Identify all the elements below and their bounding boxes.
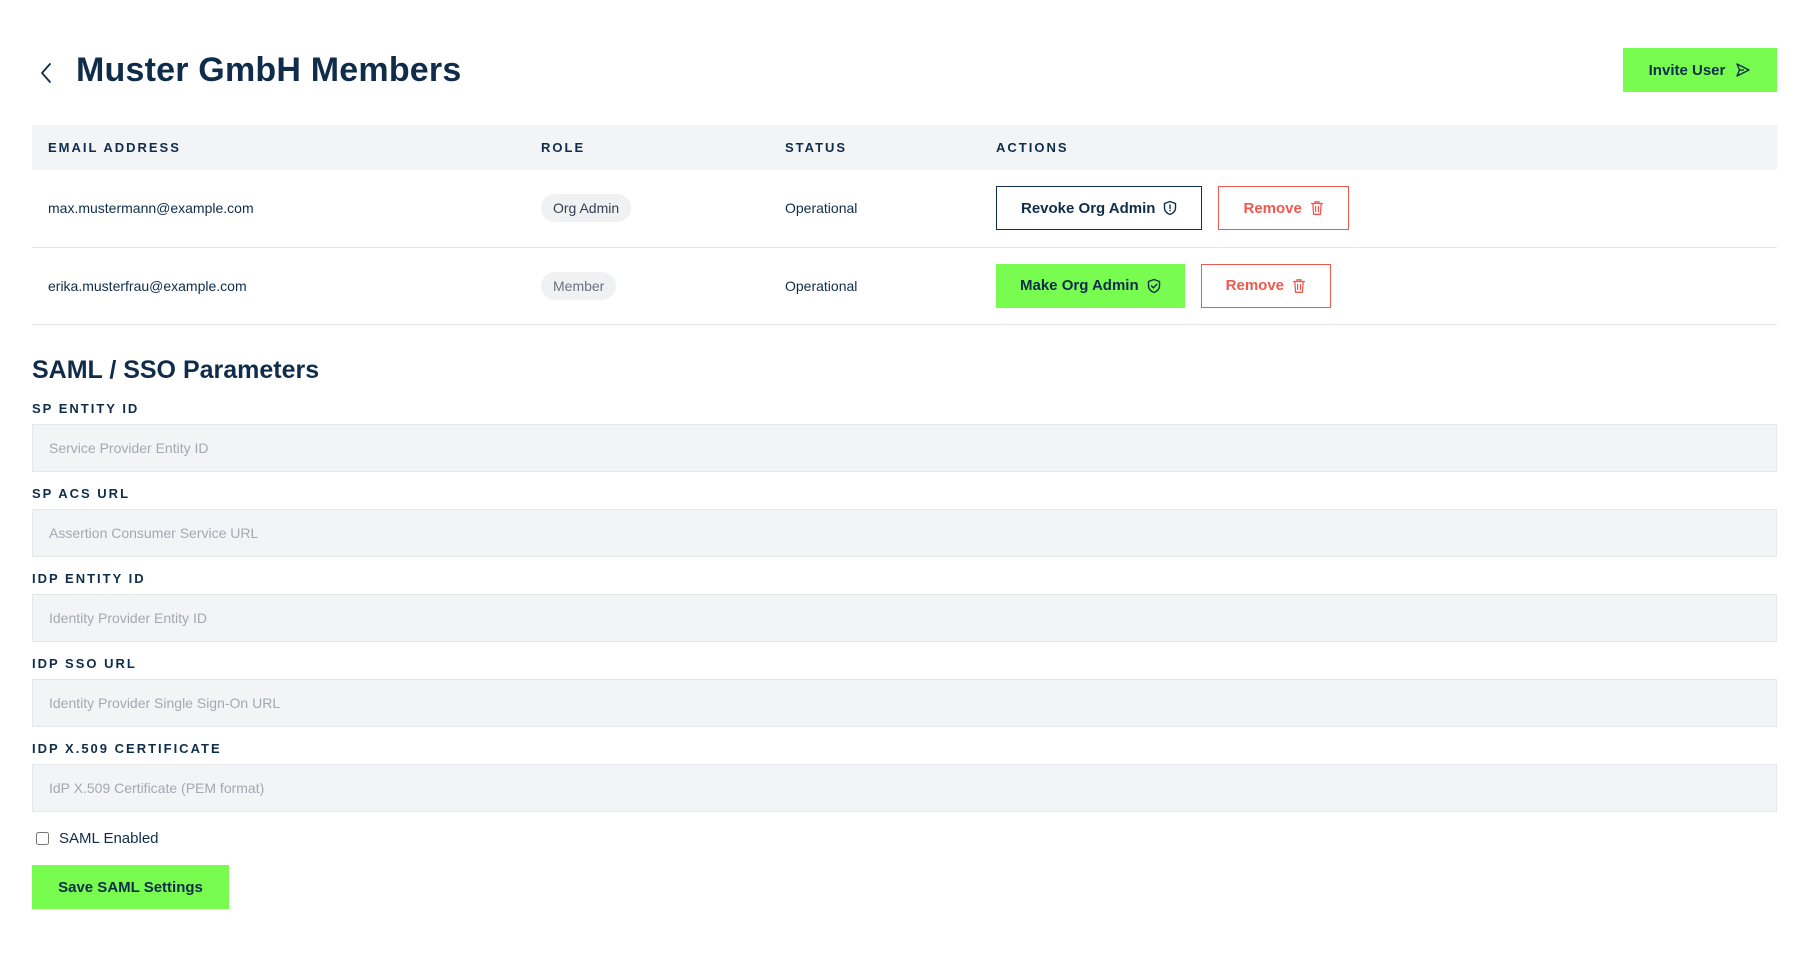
revoke-org-admin-button[interactable]: Revoke Org Admin xyxy=(996,186,1203,231)
idp-sso-url-label: IDP SSO URL xyxy=(32,656,137,671)
sp-acs-url-input[interactable] xyxy=(32,509,1777,557)
idp-entity-id-label: IDP ENTITY ID xyxy=(32,571,146,586)
column-header-role: ROLE xyxy=(525,125,769,170)
role-badge: Org Admin xyxy=(541,194,632,223)
make-org-admin-label: Make Org Admin xyxy=(1020,277,1139,294)
table-row: erika.musterfrau@example.com Member Oper… xyxy=(32,247,1777,325)
remove-label: Remove xyxy=(1225,277,1284,294)
idp-certificate-input[interactable] xyxy=(32,764,1777,812)
back-button[interactable] xyxy=(32,59,60,87)
column-header-actions: ACTIONS xyxy=(980,125,1777,170)
saml-enabled-label[interactable]: SAML Enabled xyxy=(59,830,159,847)
invite-user-button[interactable]: Invite User xyxy=(1623,48,1777,92)
revoke-org-admin-label: Revoke Org Admin xyxy=(1021,199,1156,217)
idp-certificate-label: IDP X.509 CERTIFICATE xyxy=(32,741,222,756)
trash-icon xyxy=(1292,278,1306,293)
remove-member-button[interactable]: Remove xyxy=(1200,263,1331,308)
column-header-email: EMAIL ADDRESS xyxy=(32,125,525,170)
invite-user-label: Invite User xyxy=(1648,61,1726,79)
row-actions: Revoke Org Admin Remove xyxy=(996,186,1777,231)
row-actions: Make Org Admin Remove xyxy=(996,263,1777,308)
save-saml-settings-button[interactable]: Save SAML Settings xyxy=(32,865,229,909)
trash-icon xyxy=(1310,201,1323,216)
page-header: Muster GmbH Members Invite User xyxy=(32,48,1777,92)
table-header-row: EMAIL ADDRESS ROLE STATUS ACTIONS xyxy=(32,125,1777,170)
remove-member-button[interactable]: Remove xyxy=(1218,186,1349,231)
column-header-status: STATUS xyxy=(769,125,980,170)
sp-entity-id-input[interactable] xyxy=(32,424,1777,472)
saml-enabled-row: SAML Enabled xyxy=(32,828,1777,848)
remove-label: Remove xyxy=(1243,199,1302,217)
table-row: max.mustermann@example.com Org Admin Ope… xyxy=(32,170,1777,248)
idp-sso-url-input[interactable] xyxy=(32,679,1777,727)
page-title: Muster GmbH Members xyxy=(76,50,462,89)
shield-check-icon xyxy=(1147,278,1160,293)
role-badge: Member xyxy=(541,271,617,300)
make-org-admin-button[interactable]: Make Org Admin xyxy=(996,263,1185,308)
send-icon xyxy=(1736,63,1751,77)
sp-acs-url-label: SP ACS URL xyxy=(32,486,131,501)
chevron-left-icon xyxy=(41,63,51,83)
member-email: erika.musterfrau@example.com xyxy=(32,247,525,325)
members-page: Muster GmbH Members Invite User EMAIL AD… xyxy=(0,0,1800,973)
saml-section-title: SAML / SSO Parameters xyxy=(32,356,320,384)
shield-icon xyxy=(1164,201,1177,216)
idp-entity-id-input[interactable] xyxy=(32,594,1777,642)
member-email: max.mustermann@example.com xyxy=(32,170,525,248)
member-status: Operational xyxy=(769,170,980,248)
member-status: Operational xyxy=(769,247,980,325)
saml-enabled-checkbox[interactable] xyxy=(36,831,49,845)
members-table: EMAIL ADDRESS ROLE STATUS ACTIONS max.mu… xyxy=(32,125,1777,325)
saml-settings-section: SAML / SSO Parameters SP ENTITY ID SP AC… xyxy=(32,356,1777,909)
sp-entity-id-label: SP ENTITY ID xyxy=(32,401,140,416)
